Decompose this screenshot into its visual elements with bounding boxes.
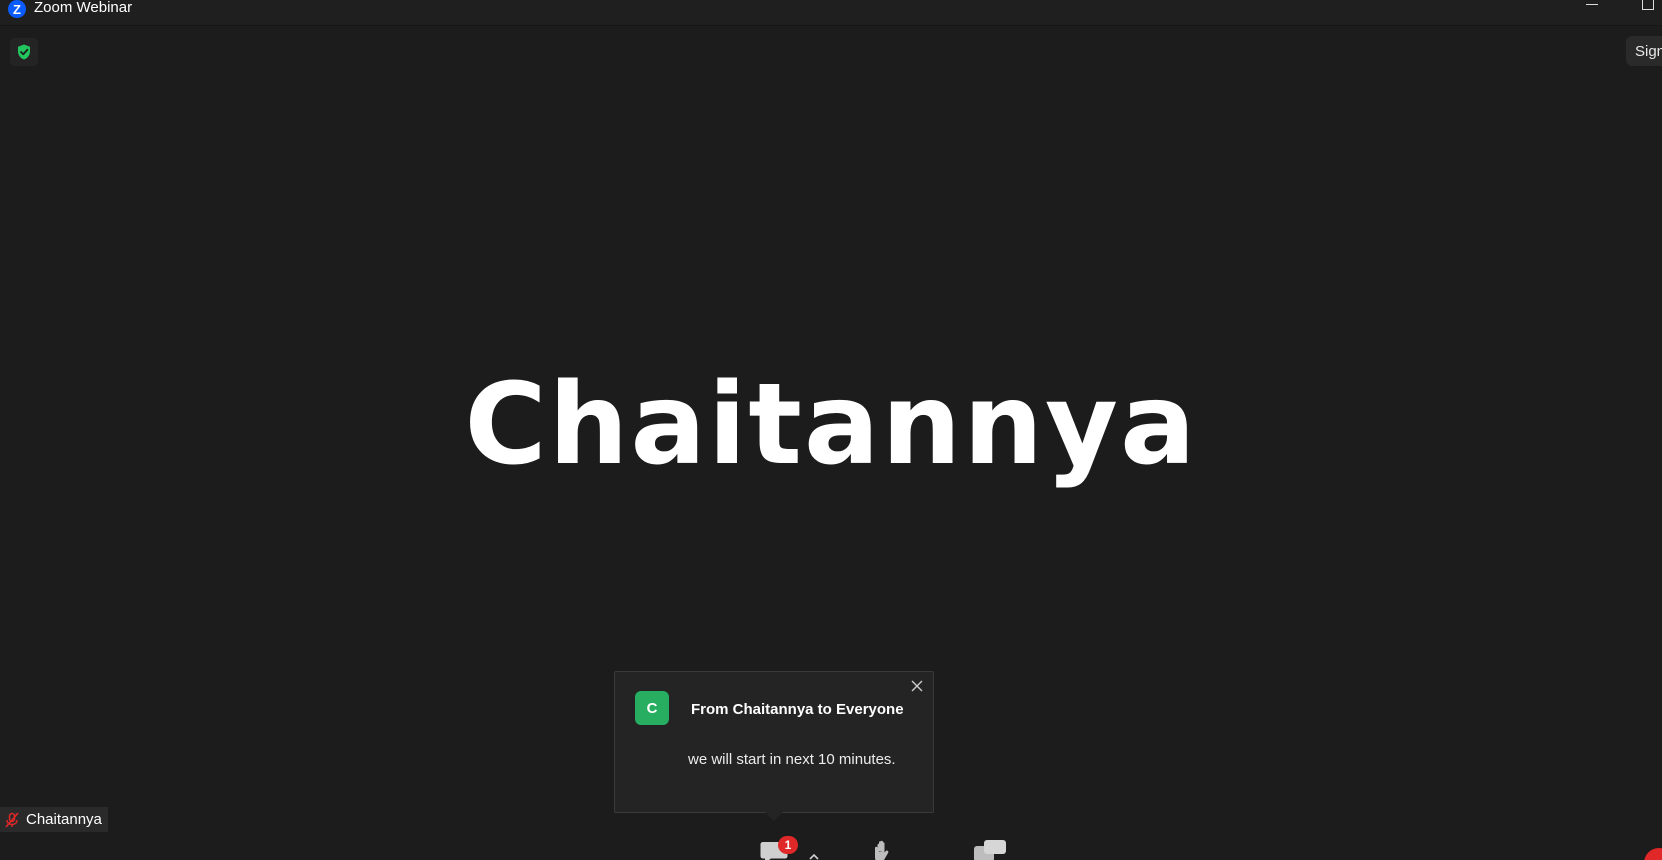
shield-check-icon — [18, 44, 30, 60]
maximize-icon — [1642, 0, 1654, 10]
chat-unread-badge: 1 — [778, 836, 798, 854]
minimize-button[interactable] — [1572, 0, 1612, 16]
participant-display-name: Chaitannya — [464, 360, 1198, 490]
chevron-up-icon — [809, 853, 819, 860]
mic-muted-icon — [5, 811, 19, 828]
raise-hand-button[interactable] — [872, 840, 898, 860]
participant-name-tag: Chaitannya — [0, 807, 108, 832]
chat-message-text: we will start in next 10 minutes. — [688, 751, 896, 768]
raise-hand-icon — [875, 840, 889, 860]
qa-icon — [974, 840, 1006, 860]
sign-label: Sign — [1635, 42, 1662, 60]
participant-name: Chaitannya — [26, 811, 102, 828]
chat-notification-popup[interactable]: C From Chaitannya to Everyone we will st… — [614, 671, 934, 821]
close-icon — [911, 680, 923, 692]
popup-pointer — [765, 812, 783, 821]
sign-language-button[interactable]: Sign — [1626, 36, 1662, 66]
security-shield-button[interactable] — [10, 38, 38, 66]
title-bar: Z Zoom Webinar — [0, 0, 1662, 26]
qa-button[interactable] — [974, 840, 1008, 860]
close-button[interactable] — [909, 678, 925, 694]
window-title: Zoom Webinar — [34, 0, 133, 16]
leave-button[interactable] — [1644, 848, 1662, 860]
zoom-webinar-window: Z Zoom Webinar Sign Chaitannya C From Ch… — [0, 0, 1662, 860]
chat-sender-line: From Chaitannya to Everyone — [691, 701, 904, 718]
sender-avatar: C — [635, 691, 669, 725]
chat-options-button[interactable] — [808, 848, 820, 860]
zoom-logo-icon: Z — [8, 0, 26, 18]
maximize-button[interactable] — [1628, 0, 1662, 16]
minimize-icon — [1586, 3, 1598, 5]
